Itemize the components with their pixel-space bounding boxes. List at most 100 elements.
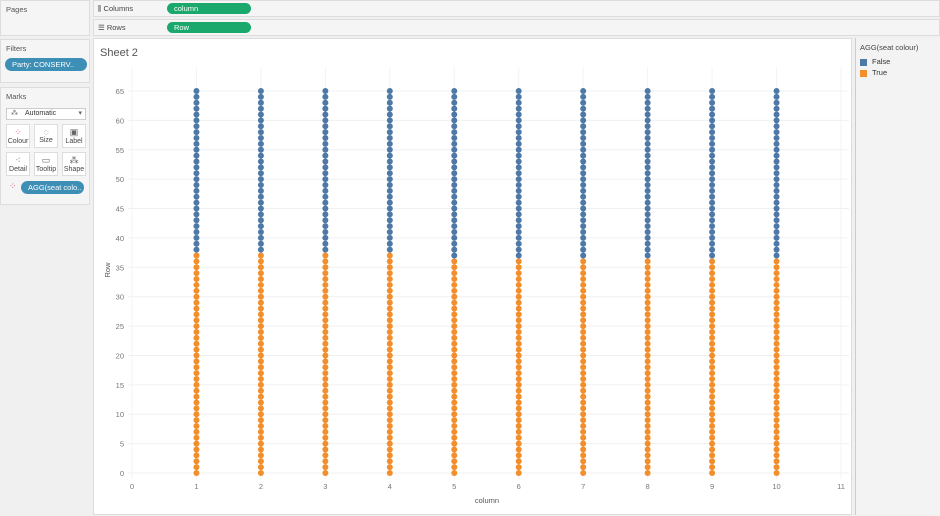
seat-point-true[interactable]	[386, 264, 393, 271]
seat-point-true[interactable]	[515, 299, 522, 306]
seat-point-true[interactable]	[322, 399, 329, 406]
seat-point-false[interactable]	[515, 135, 522, 142]
seat-point-true[interactable]	[580, 464, 587, 471]
seat-point-true[interactable]	[773, 411, 780, 418]
seat-point-true[interactable]	[644, 328, 651, 335]
seat-point-true[interactable]	[386, 381, 393, 388]
seat-point-false[interactable]	[773, 229, 780, 236]
seat-point-true[interactable]	[451, 470, 458, 476]
seat-point-true[interactable]	[709, 387, 716, 394]
seat-point-false[interactable]	[580, 234, 587, 241]
seat-point-true[interactable]	[644, 458, 651, 465]
seat-point-false[interactable]	[773, 99, 780, 106]
seat-point-true[interactable]	[644, 440, 651, 447]
seat-point-false[interactable]	[193, 164, 200, 171]
seat-point-true[interactable]	[257, 358, 264, 365]
seat-point-true[interactable]	[515, 293, 522, 300]
seat-point-true[interactable]	[386, 346, 393, 353]
seat-point-true[interactable]	[451, 328, 458, 335]
seat-point-true[interactable]	[773, 299, 780, 306]
seat-point-false[interactable]	[386, 217, 393, 224]
seat-point-true[interactable]	[580, 452, 587, 459]
seat-point-true[interactable]	[709, 470, 716, 476]
seat-point-false[interactable]	[515, 176, 522, 183]
seat-point-false[interactable]	[386, 199, 393, 206]
seat-point-false[interactable]	[257, 164, 264, 171]
rows-pill[interactable]: Row	[167, 22, 251, 33]
seat-point-false[interactable]	[709, 99, 716, 106]
seat-point-true[interactable]	[451, 422, 458, 429]
seat-point-false[interactable]	[644, 140, 651, 147]
seat-point-true[interactable]	[257, 446, 264, 453]
seat-point-false[interactable]	[709, 158, 716, 165]
seat-point-true[interactable]	[644, 346, 651, 353]
seat-point-true[interactable]	[515, 381, 522, 388]
seat-point-false[interactable]	[193, 170, 200, 177]
seat-point-true[interactable]	[193, 440, 200, 447]
seat-point-false[interactable]	[257, 152, 264, 159]
seat-point-true[interactable]	[644, 323, 651, 330]
seat-point-true[interactable]	[322, 470, 329, 476]
seat-point-false[interactable]	[644, 176, 651, 183]
seat-point-false[interactable]	[193, 234, 200, 241]
seat-point-false[interactable]	[322, 217, 329, 224]
seat-point-false[interactable]	[515, 152, 522, 159]
seat-point-true[interactable]	[709, 317, 716, 324]
seat-point-false[interactable]	[515, 246, 522, 253]
seat-point-true[interactable]	[257, 417, 264, 424]
seat-point-true[interactable]	[451, 311, 458, 318]
seat-point-false[interactable]	[451, 140, 458, 147]
seat-point-true[interactable]	[193, 293, 200, 300]
seat-point-true[interactable]	[257, 399, 264, 406]
seat-point-true[interactable]	[580, 387, 587, 394]
tooltip-card[interactable]: ▭ Tooltip	[34, 152, 58, 176]
seat-point-false[interactable]	[644, 240, 651, 247]
seat-point-false[interactable]	[644, 105, 651, 112]
seat-point-true[interactable]	[580, 358, 587, 365]
legend-item-false[interactable]: False	[860, 57, 890, 66]
seat-point-false[interactable]	[193, 117, 200, 124]
seat-point-false[interactable]	[515, 93, 522, 100]
seat-point-true[interactable]	[193, 417, 200, 424]
seat-point-true[interactable]	[386, 452, 393, 459]
seat-point-true[interactable]	[709, 411, 716, 418]
seat-point-true[interactable]	[580, 346, 587, 353]
seat-point-true[interactable]	[257, 270, 264, 277]
seat-point-false[interactable]	[257, 240, 264, 247]
seat-point-true[interactable]	[257, 387, 264, 394]
seat-point-false[interactable]	[580, 229, 587, 236]
seat-point-false[interactable]	[257, 182, 264, 189]
seat-point-false[interactable]	[322, 99, 329, 106]
marks-pill-seat-colour[interactable]: AGG(seat colo..	[21, 181, 84, 194]
seat-point-false[interactable]	[257, 234, 264, 241]
seat-point-false[interactable]	[773, 234, 780, 241]
seat-point-false[interactable]	[193, 205, 200, 212]
seat-point-true[interactable]	[773, 452, 780, 459]
seat-point-true[interactable]	[257, 281, 264, 288]
seat-point-false[interactable]	[193, 229, 200, 236]
seat-point-true[interactable]	[451, 464, 458, 471]
seat-point-true[interactable]	[386, 370, 393, 377]
seat-point-true[interactable]	[515, 452, 522, 459]
seat-point-true[interactable]	[257, 364, 264, 371]
seat-point-false[interactable]	[451, 187, 458, 194]
seat-point-true[interactable]	[644, 470, 651, 476]
seat-point-true[interactable]	[451, 287, 458, 294]
seat-point-true[interactable]	[386, 411, 393, 418]
seat-point-false[interactable]	[709, 170, 716, 177]
seat-point-true[interactable]	[709, 311, 716, 318]
seat-point-true[interactable]	[386, 387, 393, 394]
seat-point-true[interactable]	[386, 405, 393, 412]
seat-point-false[interactable]	[322, 182, 329, 189]
seat-point-true[interactable]	[644, 258, 651, 265]
seat-point-false[interactable]	[580, 99, 587, 106]
seat-point-true[interactable]	[257, 375, 264, 382]
seat-point-false[interactable]	[451, 152, 458, 159]
seat-point-true[interactable]	[580, 440, 587, 447]
seat-point-false[interactable]	[193, 88, 200, 94]
seat-point-true[interactable]	[709, 270, 716, 277]
seat-point-false[interactable]	[515, 111, 522, 118]
seat-point-true[interactable]	[773, 446, 780, 453]
seat-point-false[interactable]	[257, 117, 264, 124]
seat-point-false[interactable]	[193, 217, 200, 224]
